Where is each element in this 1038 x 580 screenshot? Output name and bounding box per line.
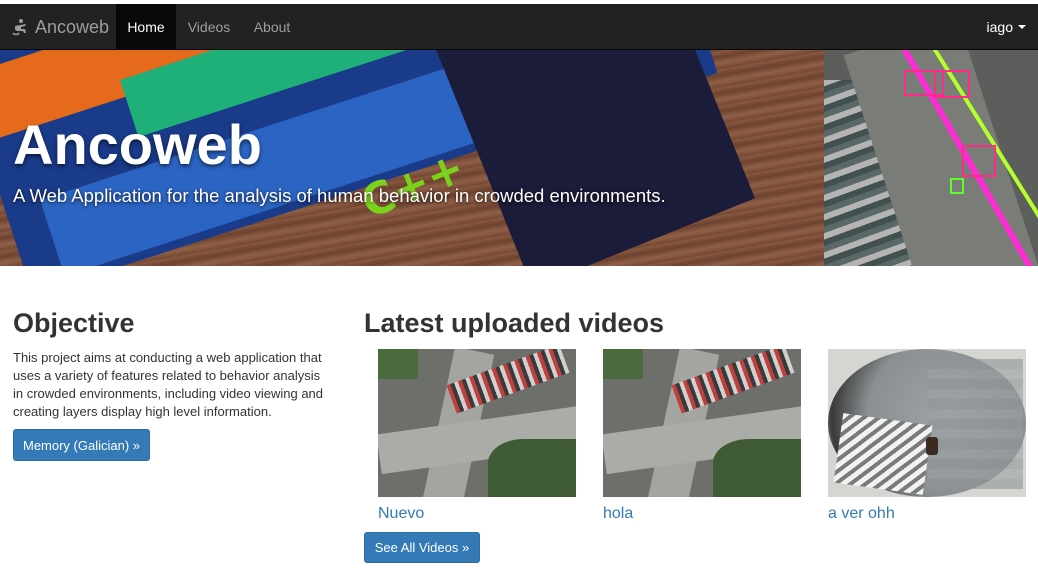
user-name: iago [986,19,1013,35]
nav-about[interactable]: About [242,4,302,50]
video-link-3[interactable]: a ver ohh [828,505,895,523]
brand-name: Ancoweb [35,16,110,37]
hero-traffic-image [824,50,1038,266]
video-thumbnail-3[interactable] [828,349,1026,497]
caret-down-icon [1018,25,1026,29]
video-link-2[interactable]: hola [603,505,633,523]
user-menu[interactable]: iago [987,4,1026,50]
nav-home[interactable]: Home [116,4,176,50]
video-thumbnail-2[interactable] [603,349,801,497]
latest-videos-heading: Latest uploaded videos [364,308,665,338]
accessibility-logo-icon [12,19,26,36]
video-link-1[interactable]: Nuevo [378,505,424,523]
see-all-videos-button[interactable]: See All Videos » [364,532,480,563]
brand-link[interactable]: Ancoweb [12,4,109,50]
hero-title: Ancoweb [13,113,262,176]
video-thumbnail-1[interactable] [378,349,576,497]
hero-subtitle: A Web Application for the analysis of hu… [13,185,666,206]
memory-button[interactable]: Memory (Galician) » [13,429,150,461]
objective-heading: Objective [13,308,135,338]
hero-banner: C++ Ancoweb A Web Application for the an… [0,50,1038,266]
objective-text: This project aims at conducting a web ap… [13,350,324,419]
nav-videos[interactable]: Videos [176,4,242,50]
navbar: Ancoweb Home Videos About iago [0,4,1038,50]
